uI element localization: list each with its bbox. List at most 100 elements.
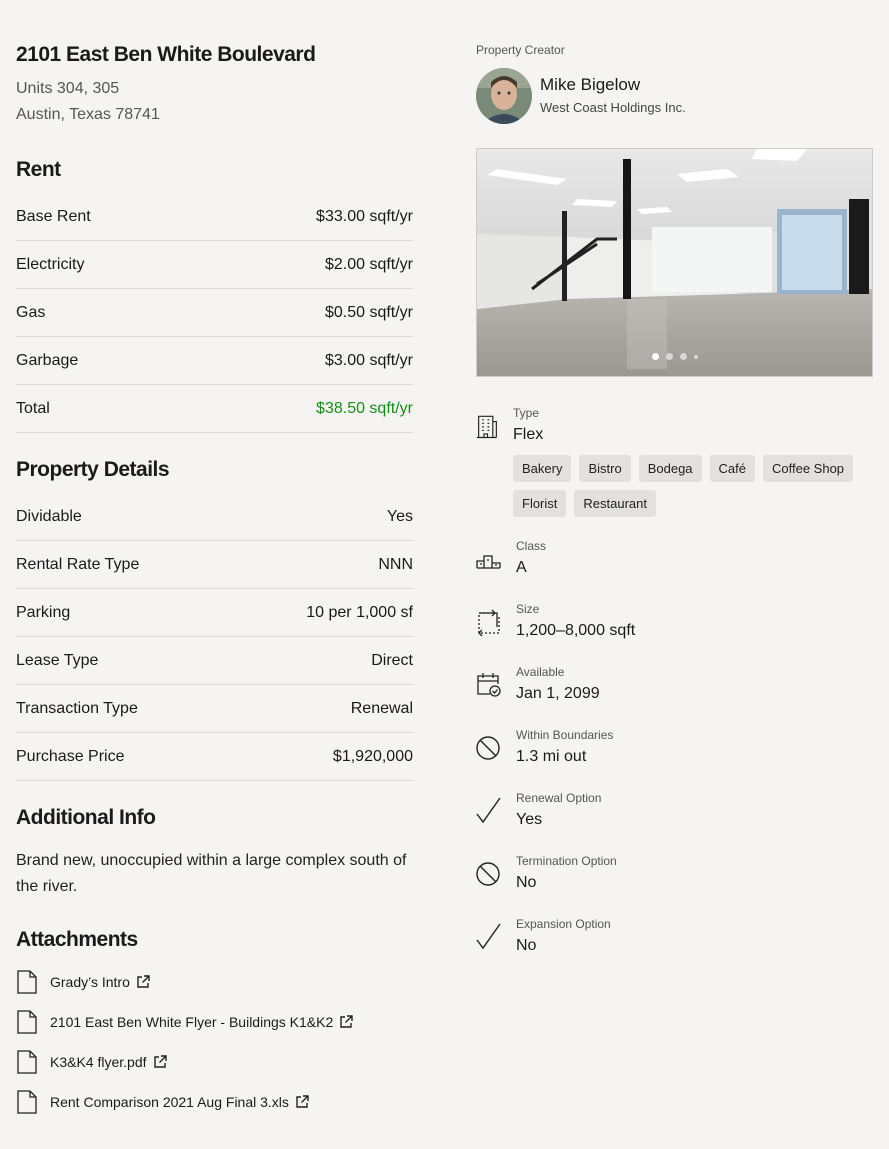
class-label: Class (516, 539, 547, 553)
attachment-item[interactable]: Rent Comparison 2021 Aug Final 3.xls (16, 1082, 413, 1122)
size-value: 1,200–8,000 sqft (516, 622, 636, 639)
row-label: Purchase Price (16, 747, 125, 765)
prohibited-icon (476, 736, 500, 760)
rent-row-base: Base Rent $33.00 sqft/yr (16, 193, 413, 241)
row-label: Base Rent (16, 207, 91, 225)
property-creator-label: Property Creator (476, 43, 565, 57)
external-link-icon[interactable] (339, 1015, 353, 1029)
right-column: Property Creator Mike Bigelow West Coast… (476, 40, 873, 954)
details-row-purchase-price: Purchase Price $1,920,000 (16, 733, 413, 781)
row-value: NNN (378, 555, 413, 573)
row-label: Lease Type (16, 651, 99, 669)
attachment-name[interactable]: K3&K4 flyer.pdf (50, 1054, 147, 1070)
attachments-heading: Attachments (16, 928, 138, 951)
attribute-renewal-option: Renewal Option Yes (476, 788, 873, 832)
resize-icon (478, 609, 500, 637)
attribute-type: Type Flex Bakery Bistro Bodega Café Coff… (476, 403, 873, 517)
attachment-name[interactable]: 2101 East Ben White Flyer - Buildings K1… (50, 1014, 333, 1030)
row-value: 10 per 1,000 sf (306, 603, 413, 621)
carousel-dot[interactable] (666, 353, 673, 360)
external-link-icon[interactable] (136, 975, 150, 989)
row-value: $2.00 sqft/yr (324, 255, 413, 273)
calendar-check-icon (477, 673, 501, 697)
type-tags: Bakery Bistro Bodega Café Coffee Shop Fl… (513, 455, 873, 517)
rent-heading: Rent (16, 158, 61, 181)
row-value: $0.50 sqft/yr (324, 303, 413, 321)
property-photo (477, 149, 872, 376)
type-label: Type (513, 406, 540, 420)
type-value: Flex (513, 426, 544, 443)
details-heading: Property Details (16, 458, 170, 481)
file-icon (17, 970, 37, 994)
within-boundaries-label: Within Boundaries (516, 728, 614, 742)
file-icon (17, 1090, 37, 1114)
tag: Restaurant (574, 490, 656, 517)
rent-row-garbage: Garbage $3.00 sqft/yr (16, 337, 413, 385)
checkmark-icon (476, 923, 501, 950)
attachment-item[interactable]: K3&K4 flyer.pdf (16, 1042, 413, 1082)
rent-row-total: Total $38.50 sqft/yr (16, 385, 413, 433)
file-icon (17, 1050, 37, 1074)
row-value: Yes (386, 507, 413, 525)
address-units: Units 304, 305 (16, 80, 120, 97)
row-label: Parking (16, 603, 71, 621)
total-value: $38.50 sqft/yr (316, 399, 413, 417)
details-row-transaction-type: Transaction Type Renewal (16, 685, 413, 733)
tag: Bakery (513, 455, 572, 482)
expansion-option-label: Expansion Option (516, 917, 611, 931)
row-label: Transaction Type (16, 699, 138, 717)
external-link-icon[interactable] (295, 1095, 309, 1109)
attachment-name[interactable]: Grady’s Intro (50, 974, 130, 990)
renewal-option-label: Renewal Option (516, 791, 602, 805)
attachments-section: Attachments Grady’s Intro 2101 East Ben … (16, 926, 413, 1122)
podium-icon (476, 555, 501, 569)
external-link-icon[interactable] (153, 1055, 167, 1069)
creator-name[interactable]: Mike Bigelow (540, 74, 686, 96)
row-label: Dividable (16, 507, 82, 525)
tag: Café (709, 455, 755, 482)
row-value: $33.00 sqft/yr (316, 207, 413, 225)
rent-table: Base Rent $33.00 sqft/yr Electricity $2.… (16, 193, 413, 433)
additional-info-section: Additional Info Brand new, unoccupied wi… (16, 804, 413, 900)
property-details-section: Property Details Dividable Yes Rental Ra… (16, 456, 413, 781)
attribute-available: Available Jan 1, 2099 (476, 662, 873, 706)
additional-text: Brand new, unoccupied within a large com… (16, 852, 407, 895)
attachment-item[interactable]: Grady’s Intro (16, 962, 413, 1002)
creator-card[interactable]: Mike Bigelow West Coast Holdings Inc. (476, 68, 873, 124)
details-row-rental-rate-type: Rental Rate Type NNN (16, 541, 413, 589)
attribute-termination-option: Termination Option No (476, 851, 873, 895)
class-value: A (516, 559, 527, 576)
details-row-lease-type: Lease Type Direct (16, 637, 413, 685)
property-photo-carousel[interactable] (476, 148, 873, 377)
row-value: Direct (371, 651, 413, 669)
details-table: Dividable Yes Rental Rate Type NNN Parki… (16, 493, 413, 781)
attachment-item[interactable]: 2101 East Ben White Flyer - Buildings K1… (16, 1002, 413, 1042)
prohibited-icon (476, 862, 500, 886)
termination-option-label: Termination Option (516, 854, 617, 868)
rent-row-gas: Gas $0.50 sqft/yr (16, 289, 413, 337)
carousel-dot[interactable] (680, 353, 687, 360)
tag: Florist (513, 490, 567, 517)
checkmark-icon (476, 797, 501, 824)
attachment-name[interactable]: Rent Comparison 2021 Aug Final 3.xls (50, 1094, 289, 1110)
creator-organization: West Coast Holdings Inc. (540, 100, 686, 115)
carousel-dot-active[interactable] (652, 353, 659, 360)
property-title: 2101 East Ben White Boulevard (16, 43, 316, 66)
building-icon (476, 415, 497, 439)
row-value: Renewal (350, 699, 413, 717)
available-value: Jan 1, 2099 (516, 685, 600, 702)
file-icon (17, 1010, 37, 1034)
expansion-option-value: No (516, 937, 537, 954)
within-boundaries-value: 1.3 mi out (516, 748, 587, 765)
attribute-expansion-option: Expansion Option No (476, 914, 873, 958)
tag: Bistro (579, 455, 631, 482)
attribute-class: Class A (476, 536, 873, 580)
carousel-dot[interactable] (694, 354, 698, 359)
carousel-pagination (652, 353, 698, 360)
row-label: Gas (16, 303, 46, 321)
avatar[interactable] (476, 68, 532, 124)
size-label: Size (516, 602, 540, 616)
details-row-dividable: Dividable Yes (16, 493, 413, 541)
tag: Bodega (638, 455, 702, 482)
available-label: Available (516, 665, 565, 679)
